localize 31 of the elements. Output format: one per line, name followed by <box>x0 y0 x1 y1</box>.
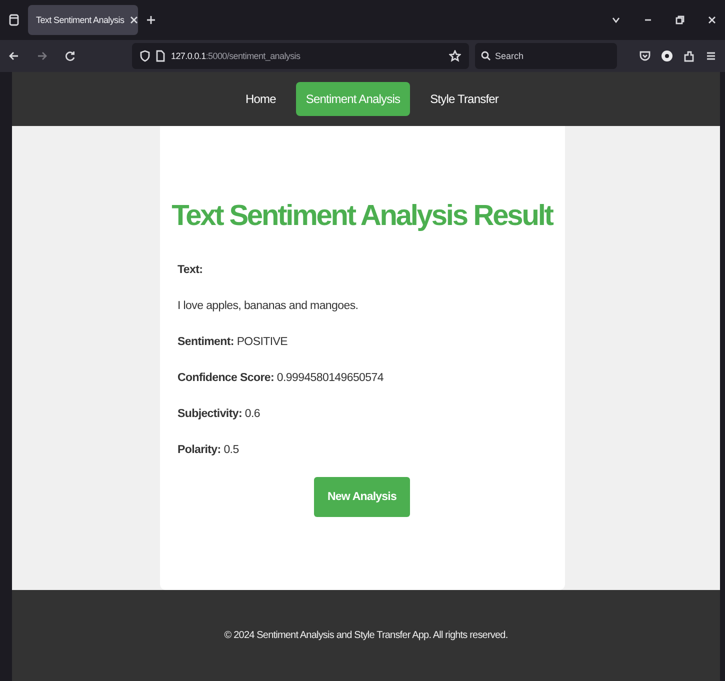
field-label: Text: <box>178 263 204 277</box>
close-icon[interactable] <box>130 16 138 24</box>
result-text: Polarity: 0.5 <box>178 443 240 457</box>
restore-icon[interactable] <box>675 15 685 25</box>
page-heading: Text Sentiment Analysis Result <box>170 200 554 233</box>
profile-icon[interactable] <box>661 50 673 62</box>
result-text: Confidence Score: 0.9994580149650574 <box>178 371 384 385</box>
back-arrow-icon[interactable] <box>8 50 20 62</box>
copyright-text: © 2024 Sentiment Analysis and Style Transfer App. All rights reserved. <box>224 630 508 641</box>
page-icon <box>156 50 165 62</box>
extension-icon[interactable] <box>683 50 695 62</box>
close-icon[interactable] <box>707 15 717 25</box>
address-bar[interactable]: 127.0.0.1:5000/sentiment_analysis <box>132 43 469 69</box>
pocket-icon[interactable] <box>639 50 651 62</box>
forward-arrow-icon <box>36 50 48 62</box>
plus-icon[interactable] <box>146 15 156 25</box>
search-field[interactable]: Search <box>475 43 617 69</box>
input-text: I love apples, bananas and mangoes. <box>178 299 360 313</box>
menu-icon[interactable] <box>705 50 717 62</box>
shield-icon <box>140 50 150 62</box>
nav-link[interactable]: Style Transfer <box>420 82 509 116</box>
reload-icon[interactable] <box>64 50 76 62</box>
url-text: 127.0.0.1:5000/sentiment_analysis <box>171 51 300 61</box>
result-text: Sentiment: POSITIVE <box>178 335 288 349</box>
tab-title: Text Sentiment Analysis <box>36 15 124 25</box>
star-icon[interactable] <box>449 50 461 62</box>
browser-tab[interactable]: Text Sentiment Analysis <box>28 5 138 35</box>
chevron-down-icon[interactable] <box>611 16 621 24</box>
nav-link[interactable]: Home <box>235 82 286 116</box>
result-text: Subjectivity: 0.6 <box>178 407 261 421</box>
tab-list-icon[interactable] <box>8 13 20 27</box>
